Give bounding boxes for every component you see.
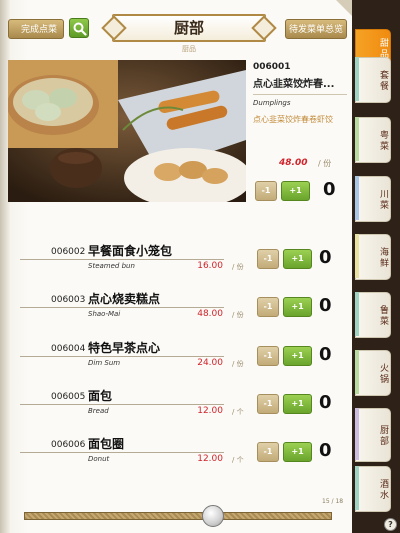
tab-hotpot[interactable]: 火锅 (355, 350, 391, 396)
tab-sichuan[interactable]: 川菜 (355, 176, 391, 222)
tab-label: 粤菜 (378, 130, 388, 152)
dish-name[interactable]: 点心烧卖糕点 (88, 290, 160, 307)
tab-strip (355, 234, 359, 278)
dish-code: 006002 (51, 247, 86, 257)
app-frame: 完成点菜 厨部 厨品 待发菜单总览 006001 点心韭菜饺炸春... Dump… (0, 0, 400, 533)
increase-quantity-button[interactable]: +1 (283, 297, 312, 317)
dish-unit: / 个 (232, 408, 244, 416)
quantity-value: 0 (319, 247, 332, 268)
dish-name-en: Donut (88, 455, 110, 463)
divider (253, 94, 347, 95)
tab-label: 海鲜 (378, 247, 388, 269)
top-bar: 完成点菜 厨部 厨品 待发菜单总览 (0, 0, 352, 58)
tab-label: 川菜 (378, 189, 388, 211)
dish-price: 12.00 (197, 406, 223, 416)
divider (20, 356, 224, 357)
search-icon (73, 22, 87, 36)
quantity-value: 0 (319, 344, 332, 365)
dish-unit: / 份 (232, 360, 244, 368)
increase-quantity-button[interactable]: +1 (283, 346, 312, 366)
increase-quantity-button[interactable]: +1 (281, 181, 310, 201)
search-button[interactable] (69, 18, 89, 38)
decrease-quantity-button[interactable]: -1 (257, 297, 279, 317)
dish-code: 006004 (51, 344, 86, 354)
tab-strip (355, 292, 359, 336)
tab-seafood[interactable]: 海鲜 (355, 234, 391, 280)
tab-strip (355, 176, 359, 220)
decrease-quantity-button[interactable]: -1 (255, 181, 277, 201)
featured-dish-photo[interactable] (8, 60, 246, 202)
tab-drinks[interactable]: 酒水 (355, 466, 391, 512)
decrease-quantity-button[interactable]: -1 (257, 394, 279, 414)
tab-label: 鲁菜 (378, 305, 388, 327)
featured-dish-info: 006001 点心韭菜饺炸春... Dumplings 点心韭菜饺炸春卷虾饺 (253, 62, 347, 126)
page-title: 厨部 (112, 14, 266, 42)
dish-unit: / 份 (318, 159, 332, 168)
page-corner-fold (336, 0, 352, 16)
increase-quantity-button[interactable]: +1 (283, 249, 312, 269)
divider (20, 452, 224, 453)
tab-label: 厨部 (378, 425, 388, 447)
tab-strip (355, 408, 359, 460)
finish-ordering-button[interactable]: 完成点菜 (8, 19, 64, 39)
decrease-quantity-button[interactable]: -1 (257, 346, 279, 366)
quantity-value: 0 (319, 440, 332, 461)
dish-name-en: Steamed bun (88, 262, 135, 270)
pending-order-overview-button[interactable]: 待发菜单总览 (285, 19, 347, 39)
decrease-quantity-button[interactable]: -1 (257, 249, 279, 269)
dish-unit: / 个 (232, 456, 244, 464)
dish-code: 006005 (51, 392, 86, 402)
tab-strip (355, 466, 359, 510)
dish-name-en: Shao-Mai (88, 310, 121, 318)
tab-label: 火锅 (378, 363, 388, 385)
dish-name-en: Dim Sum (88, 359, 121, 367)
dish-price: 24.00 (197, 358, 223, 368)
help-button[interactable]: ? (384, 518, 397, 531)
dish-code: 006006 (51, 440, 86, 450)
tab-shandong[interactable]: 鲁菜 (355, 292, 391, 338)
dish-price: 16.00 (197, 261, 223, 271)
divider (20, 259, 224, 260)
tab-strip (355, 350, 359, 394)
dish-name[interactable]: 面包圈 (88, 435, 124, 452)
increase-quantity-button[interactable]: +1 (283, 442, 312, 462)
page-subtitle: 厨品 (182, 45, 196, 53)
tab-strip (355, 57, 359, 101)
tab-label: 套餐 (378, 70, 388, 92)
page-number: 15 / 18 (322, 498, 344, 505)
divider (20, 404, 224, 405)
dish-name[interactable]: 早餐面食小笼包 (88, 242, 172, 259)
dish-name[interactable]: 特色早茶点心 (88, 339, 160, 356)
quantity-value: 0 (323, 179, 336, 200)
dish-name[interactable]: 面包 (88, 387, 112, 404)
dish-code: 006003 (51, 295, 86, 305)
dish-price: 48.00 (279, 158, 308, 168)
tab-kitchen[interactable]: 厨部 (355, 408, 391, 462)
dish-name-en: Dumplings (253, 99, 291, 107)
dish-name: 点心韭菜饺炸春... (253, 79, 335, 90)
dish-description: 点心韭菜饺炸春卷虾饺 (253, 115, 333, 124)
dish-price: 48.00 (197, 309, 223, 319)
quantity-value: 0 (319, 392, 332, 413)
dish-photo-illustration (8, 60, 246, 202)
tab-set-meal[interactable]: 套餐 (355, 57, 391, 103)
decrease-quantity-button[interactable]: -1 (257, 442, 279, 462)
quantity-value: 0 (319, 295, 332, 316)
tab-cantonese[interactable]: 粤菜 (355, 117, 391, 163)
dish-name-en: Bread (88, 407, 109, 415)
menu-page: 完成点菜 厨部 厨品 待发菜单总览 006001 点心韭菜饺炸春... Dump… (0, 0, 352, 533)
tab-label: 酒水 (378, 479, 388, 501)
dish-price: 12.00 (197, 454, 223, 464)
dish-unit: / 份 (232, 263, 244, 271)
increase-quantity-button[interactable]: +1 (283, 394, 312, 414)
dish-unit: / 份 (232, 311, 244, 319)
page-scrubber-knob[interactable] (202, 505, 224, 527)
tab-strip (355, 117, 359, 161)
divider (20, 307, 224, 308)
dish-code: 006001 (253, 62, 291, 72)
page-scrubber-track[interactable] (24, 512, 332, 520)
